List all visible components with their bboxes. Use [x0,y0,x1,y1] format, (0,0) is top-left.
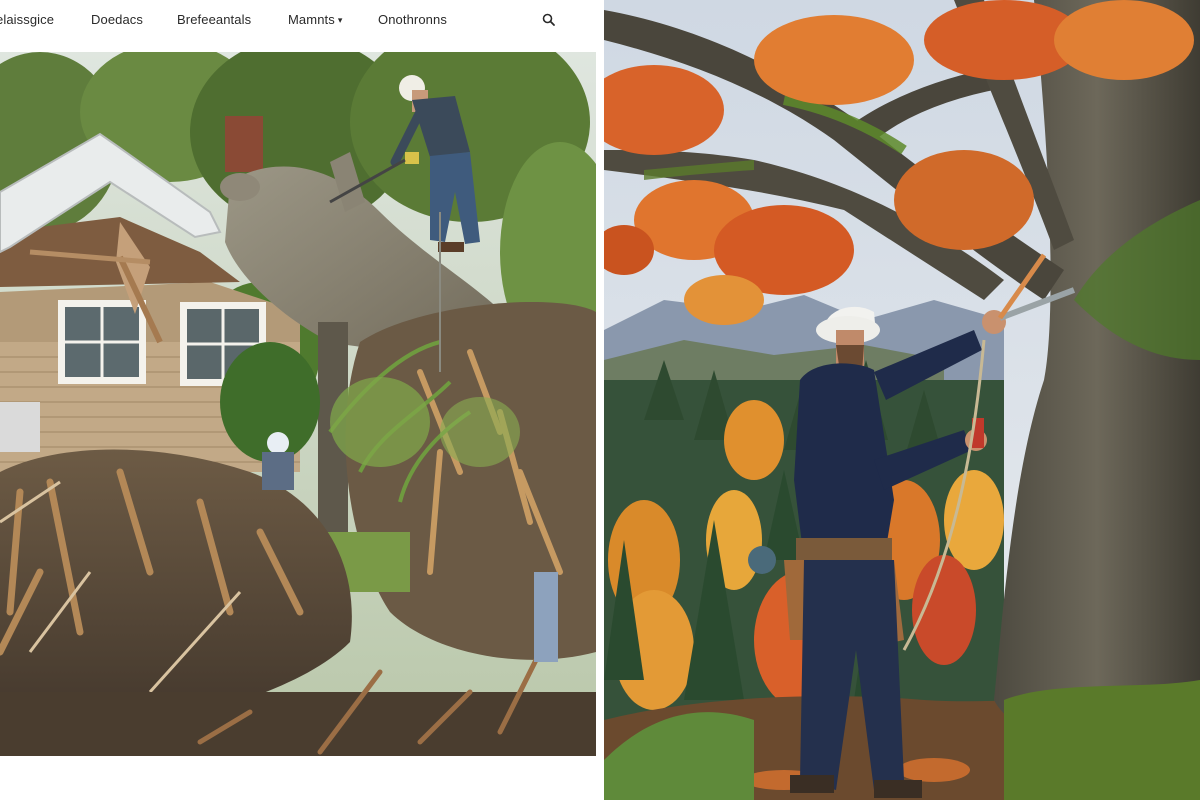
nav-item-1[interactable]: elaissgice [0,12,54,27]
nav-item-3[interactable]: Brefeeantals [177,12,251,27]
nav-item-5[interactable]: Onothronns [378,12,447,27]
nav-item-4-dropdown[interactable]: Mamnts ▾ [288,12,342,27]
storm-damage-photo [0,52,596,756]
top-nav: elaissgice Doedacs Brefeeantals Mamnts ▾ … [0,0,600,42]
nav-item-4-label: Mamnts [288,12,335,27]
nav-item-2[interactable]: Doedacs [91,12,143,27]
left-panel: elaissgice Doedacs Brefeeantals Mamnts ▾ … [0,0,600,800]
search-icon[interactable] [541,12,557,28]
arborist-pruning-photo [604,0,1200,800]
chevron-down-icon: ▾ [337,15,343,25]
